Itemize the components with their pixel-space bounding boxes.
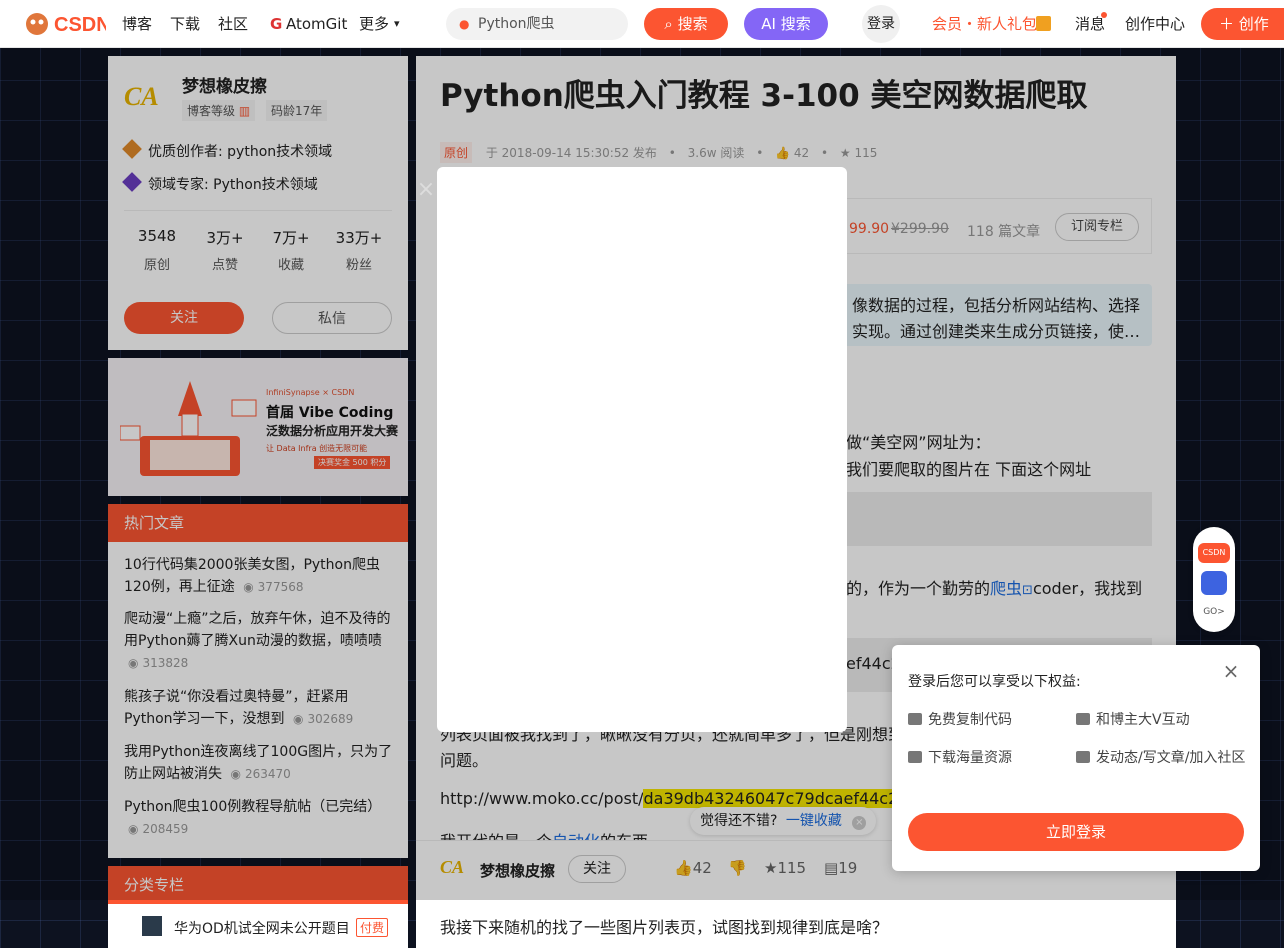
floating-go-widget[interactable]: CSDN GO> (1193, 527, 1235, 632)
search-button-label: 搜索 (677, 15, 708, 33)
nav-download[interactable]: 下载 (170, 0, 200, 48)
perk-label: 和博主大V互动 (1096, 712, 1190, 728)
nav-community[interactable]: 社区 (218, 0, 248, 48)
article-paragraph: 我接下来随机的找了一些图片列表页，试图找到规律到底是啥？ (440, 918, 889, 937)
nav-blog[interactable]: 博客 (122, 0, 152, 48)
shield-icon (1076, 713, 1090, 725)
perk-label: 发动态/写文章/加入社区 (1096, 750, 1246, 766)
column-item[interactable]: 华为OD机试全网未公开题目 (174, 918, 350, 938)
messages-link[interactable]: 消息 (1075, 0, 1105, 48)
perk-download: 下载海量资源 (908, 747, 1012, 767)
nav-atomgit[interactable]: AtomGit (286, 0, 347, 48)
search-button[interactable]: ⌕ 搜索 (644, 8, 728, 40)
svg-text:CSDN: CSDN (54, 14, 106, 36)
flame-icon: ● (459, 17, 470, 31)
blank-modal-dialog (437, 167, 847, 732)
modal-close-icon[interactable]: × (414, 178, 438, 202)
close-icon[interactable]: × (1220, 659, 1242, 683)
perk-copy-code: 免费复制代码 (908, 709, 1012, 729)
create-button[interactable]: ＋ 创作 (1201, 8, 1284, 40)
notification-dot (1101, 12, 1107, 18)
plus-icon: ＋ (1219, 15, 1235, 33)
search-icon: ⌕ (664, 15, 673, 33)
csdn-badge-icon: CSDN (1198, 543, 1230, 563)
column-thumbnail (142, 916, 162, 936)
vip-gift-link[interactable]: 会员・新人礼包 (932, 0, 1037, 48)
perk-label: 免费复制代码 (928, 712, 1012, 728)
paid-tag: 付费 (356, 918, 389, 937)
pencil-icon (1076, 751, 1090, 763)
login-now-button[interactable]: 立即登录 (908, 813, 1244, 851)
article-continuation: 我接下来随机的找了一些图片列表页，试图找到规律到底是啥？ (416, 900, 1176, 948)
chevron-down-icon: ▾ (394, 17, 400, 30)
go-label: GO> (1203, 607, 1225, 617)
creator-center-link[interactable]: 创作中心 (1125, 0, 1185, 48)
ai-search-button[interactable]: AI 搜索 (744, 8, 828, 40)
perk-label: 下载海量资源 (928, 750, 1012, 766)
search-placeholder: Python爬虫 (478, 16, 555, 32)
nav-more[interactable]: 更多 (359, 0, 389, 48)
code-icon (908, 713, 922, 725)
search-input[interactable]: ● Python爬虫 (446, 8, 628, 40)
login-popup-title: 登录后您可以享受以下权益: (908, 674, 1081, 690)
robot-icon (1201, 571, 1227, 595)
gift-icon (1036, 16, 1051, 31)
perk-post: 发动态/写文章/加入社区 (1076, 747, 1246, 769)
top-navbar: CSDN 博客 下载 社区 G AtomGit 更多 ▾ ● Python爬虫 … (0, 0, 1284, 48)
login-benefits-popup: 登录后您可以享受以下权益: × 免费复制代码 和博主大V互动 下载海量资源 发动… (892, 645, 1260, 871)
create-button-label: 创作 (1238, 15, 1269, 33)
perk-interact: 和博主大V互动 (1076, 709, 1190, 729)
atomgit-icon: G (270, 15, 283, 33)
csdn-logo-icon: CSDN (26, 13, 111, 36)
csdn-logo[interactable]: CSDN (24, 10, 111, 38)
login-button[interactable]: 登录 (862, 5, 900, 43)
download-icon (908, 751, 922, 763)
